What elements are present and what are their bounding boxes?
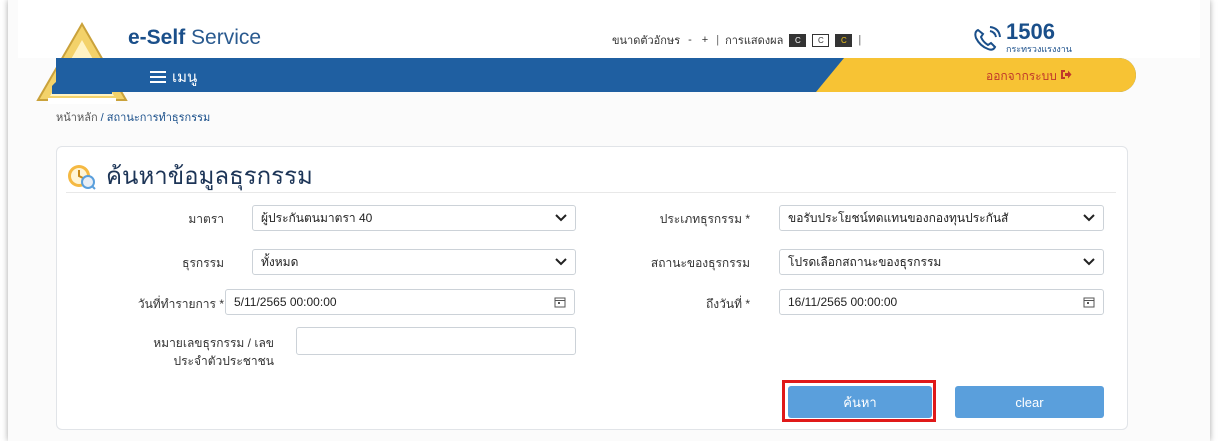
ref-number-label: หมายเลขธุรกรรม / เลข ประจำตัวประชาชน	[70, 334, 274, 370]
chevron-down-icon	[1083, 258, 1095, 266]
nav-yellow-segment	[816, 58, 1136, 92]
calendar-icon[interactable]	[1083, 296, 1095, 308]
ref-number-label-line2: ประจำตัวประชาชน	[173, 354, 274, 368]
transaction-type-select[interactable]: ขอรับประโยชน์ทดแทนของกองทุนประกันสั	[779, 205, 1104, 231]
date-to-value: 16/11/2565 00:00:00	[788, 295, 898, 309]
hotline-subtitle: กระทรวงแรงงาน	[1006, 44, 1072, 54]
clear-button[interactable]: clear	[955, 386, 1104, 418]
font-size-label: ขนาดตัวอักษร	[612, 35, 681, 47]
hotline-number: 1506	[1006, 19, 1055, 44]
hotline[interactable]: 1506 กระทรวงแรงงาน	[972, 19, 1072, 56]
transaction-select-value: ทั้งหมด	[261, 254, 299, 269]
contrast-dark-button[interactable]: C	[789, 33, 807, 47]
transaction-label: ธุรกรรม	[182, 256, 224, 270]
transaction-status-label: สถานะของธุรกรรม	[650, 256, 750, 270]
chevron-down-icon	[555, 214, 567, 222]
date-from-value: 5/11/2565 00:00:00	[234, 295, 337, 309]
logout-icon	[1061, 70, 1072, 79]
contrast-light-button[interactable]: C	[812, 33, 830, 47]
brand-bold: e-Self	[128, 26, 186, 49]
menu-label: เมนู	[172, 69, 198, 86]
nav-bar	[56, 58, 1136, 92]
transaction-type-value: ขอรับประโยชน์ทดแทนของกองทุนประกันสั	[788, 210, 1009, 225]
section-select-value: ผู้ประกันตนมาตรา 40	[261, 210, 373, 225]
calendar-icon[interactable]	[554, 296, 566, 308]
divider: |	[858, 34, 862, 46]
accessibility-tools: ขนาดตัวอักษร - + | การแสดงผล C C C |	[612, 31, 861, 49]
date-from-label: วันที่ทำรายการ *	[137, 297, 224, 311]
logout-button[interactable]: ออกจากระบบ	[986, 67, 1072, 86]
date-from-input[interactable]: 5/11/2565 00:00:00	[225, 289, 575, 315]
search-button[interactable]: ค้นหา	[788, 386, 932, 418]
card-title-text: ค้นหาข้อมูลธุรกรรม	[106, 162, 313, 190]
ref-number-input[interactable]	[296, 327, 576, 355]
divider: |	[716, 34, 720, 46]
breadcrumb: หน้าหลัก / สถานะการทำธุรกรรม	[56, 108, 210, 126]
title-divider	[66, 192, 1116, 193]
brand-rest: Service	[185, 26, 262, 49]
font-decrease-button[interactable]: -	[686, 34, 694, 46]
display-mode-label: การแสดงผล	[725, 35, 784, 47]
transaction-status-value: โปรดเลือกสถานะของธุรกรรม	[788, 254, 942, 269]
chevron-down-icon	[1083, 214, 1095, 222]
card-title: ค้นหาข้อมูลธุรกรรม	[66, 156, 313, 195]
clock-search-icon	[68, 164, 96, 190]
section-select[interactable]: ผู้ประกันตนมาตรา 40	[252, 205, 576, 231]
date-to-label: ถึงวันที่ *	[706, 297, 750, 311]
contrast-yellow-button[interactable]: C	[835, 33, 853, 47]
chevron-down-icon	[555, 258, 567, 266]
phone-icon	[974, 26, 1001, 51]
transaction-type-label: ประเภทธุรกรรม *	[659, 212, 750, 226]
menu-button[interactable]: เมนู	[150, 65, 197, 89]
breadcrumb-separator: /	[97, 112, 107, 124]
section-label: มาตรา	[188, 212, 224, 226]
date-to-input[interactable]: 16/11/2565 00:00:00	[779, 289, 1104, 315]
breadcrumb-home[interactable]: หน้าหลัก	[56, 112, 98, 124]
logout-label: ออกจากระบบ	[986, 69, 1057, 83]
font-increase-button[interactable]: +	[700, 34, 710, 46]
breadcrumb-current: สถานะการทำธุรกรรม	[106, 112, 211, 124]
ref-number-label-line1: หมายเลขธุรกรรม / เลข	[153, 336, 274, 350]
transaction-select[interactable]: ทั้งหมด	[252, 249, 576, 275]
brand-title: e-Self Service	[128, 26, 261, 50]
transaction-status-select[interactable]: โปรดเลือกสถานะของธุรกรรม	[779, 249, 1104, 275]
hamburger-icon	[150, 71, 166, 83]
